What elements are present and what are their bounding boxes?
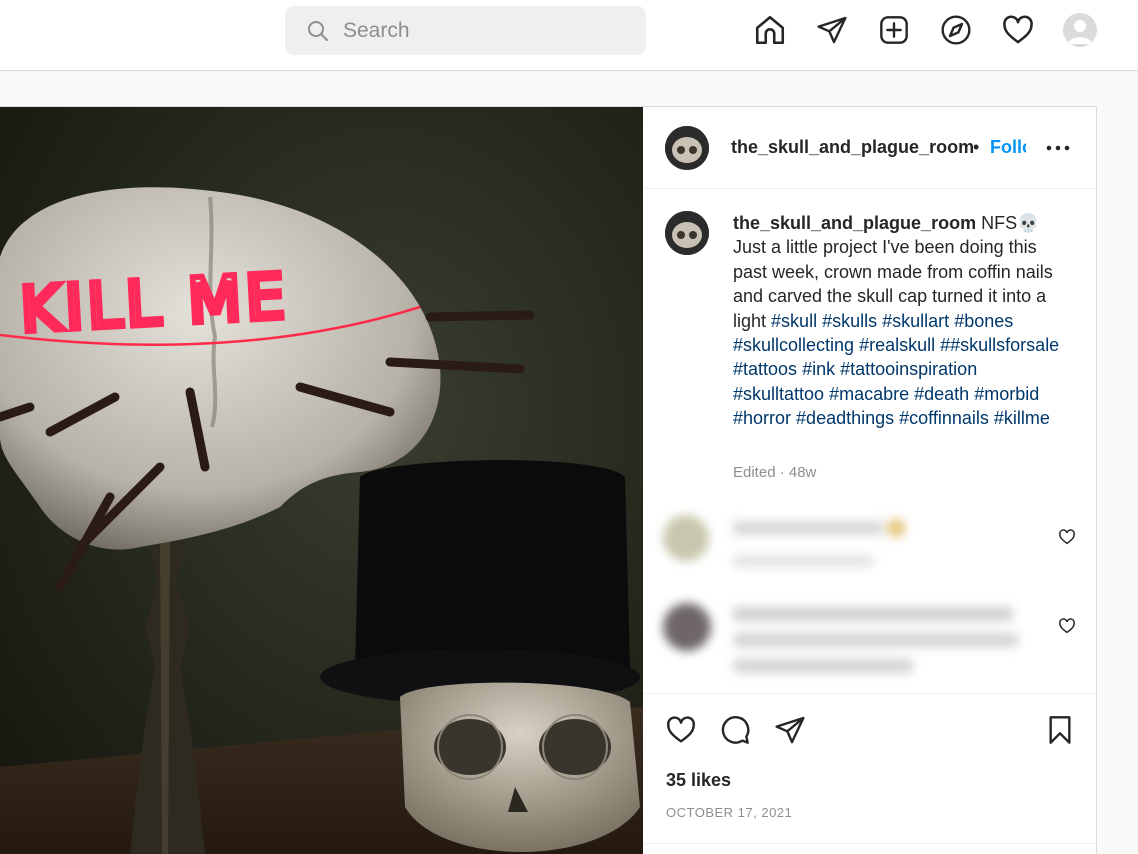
hashtag-link[interactable]: #skullart <box>882 311 949 331</box>
explore-icon[interactable] <box>938 12 974 48</box>
post-card: KILL ME the_skull_and_plague_room • Foll… <box>0 106 1097 854</box>
follow-separator: • <box>973 137 980 157</box>
hashtag-link[interactable]: ##skullsforsale <box>940 335 1059 355</box>
hashtag-link[interactable]: #horror <box>733 408 791 428</box>
share-icon[interactable] <box>774 714 806 751</box>
hashtag-link[interactable]: #morbid <box>974 384 1039 404</box>
hashtag-link[interactable]: #ink <box>802 359 835 379</box>
author-avatar[interactable] <box>665 126 709 170</box>
hashtag-link[interactable]: #coffinnails <box>899 408 989 428</box>
hashtag-link[interactable]: #skulls <box>822 311 877 331</box>
likes-count[interactable]: 35 likes <box>666 770 731 791</box>
follow-label: Follow <box>990 137 1026 157</box>
save-bookmark-icon[interactable] <box>1044 714 1076 751</box>
hashtag-link[interactable]: #skull <box>771 311 817 331</box>
post-photo[interactable]: KILL ME <box>0 107 643 854</box>
direct-message-icon[interactable] <box>814 12 850 48</box>
post-header: the_skull_and_plague_room • Follow <box>643 107 1096 189</box>
top-nav-bar <box>0 0 1138 71</box>
hashtag-link[interactable]: #tattooinspiration <box>840 359 977 379</box>
post-actions-section: 35 likes OCTOBER 17, 2021 <box>643 693 1096 854</box>
comment-like-heart-icon[interactable] <box>1058 617 1076 640</box>
hashtag-link[interactable]: #realskull <box>859 335 935 355</box>
caption-hashtags: #skull #skulls #skullart #bones #skullco… <box>733 311 1059 429</box>
profile-avatar[interactable] <box>1063 13 1097 47</box>
search-box[interactable] <box>285 6 646 55</box>
hashtag-link[interactable]: #deadthings <box>796 408 894 428</box>
more-options-icon[interactable] <box>1043 136 1073 160</box>
like-heart-icon[interactable] <box>665 714 697 751</box>
edited-timestamp: Edited · 48w <box>733 464 817 481</box>
post-date: OCTOBER 17, 2021 <box>666 805 793 820</box>
search-input[interactable] <box>343 16 623 46</box>
comment-icon[interactable] <box>719 714 751 751</box>
hashtag-link[interactable]: #killme <box>994 408 1050 428</box>
post-caption: the_skull_and_plague_room NFS💀 Just a li… <box>733 211 1063 431</box>
author-username[interactable]: the_skull_and_plague_room <box>731 137 974 158</box>
caption-author-avatar[interactable] <box>665 211 709 255</box>
photo-text-kill-me: KILL ME <box>19 259 291 346</box>
hashtag-link[interactable]: #bones <box>954 311 1013 331</box>
new-post-icon[interactable] <box>876 12 912 48</box>
hashtag-link[interactable]: #tattoos <box>733 359 797 379</box>
hashtag-link[interactable]: #macabre <box>829 384 909 404</box>
post-side-panel: the_skull_and_plague_room • Follow the_s… <box>643 107 1096 854</box>
follow-button[interactable]: Follow <box>990 137 1026 161</box>
search-icon <box>308 21 328 41</box>
comment-input-divider <box>643 843 1096 844</box>
caption-username[interactable]: the_skull_and_plague_room <box>733 213 976 233</box>
comment-like-heart-icon[interactable] <box>1058 528 1076 551</box>
hashtag-link[interactable]: #skulltattoo <box>733 384 824 404</box>
home-icon[interactable] <box>752 12 788 48</box>
activity-heart-icon[interactable] <box>1000 12 1036 48</box>
hashtag-link[interactable]: #death <box>914 384 969 404</box>
hashtag-link[interactable]: #skullcollecting <box>733 335 854 355</box>
